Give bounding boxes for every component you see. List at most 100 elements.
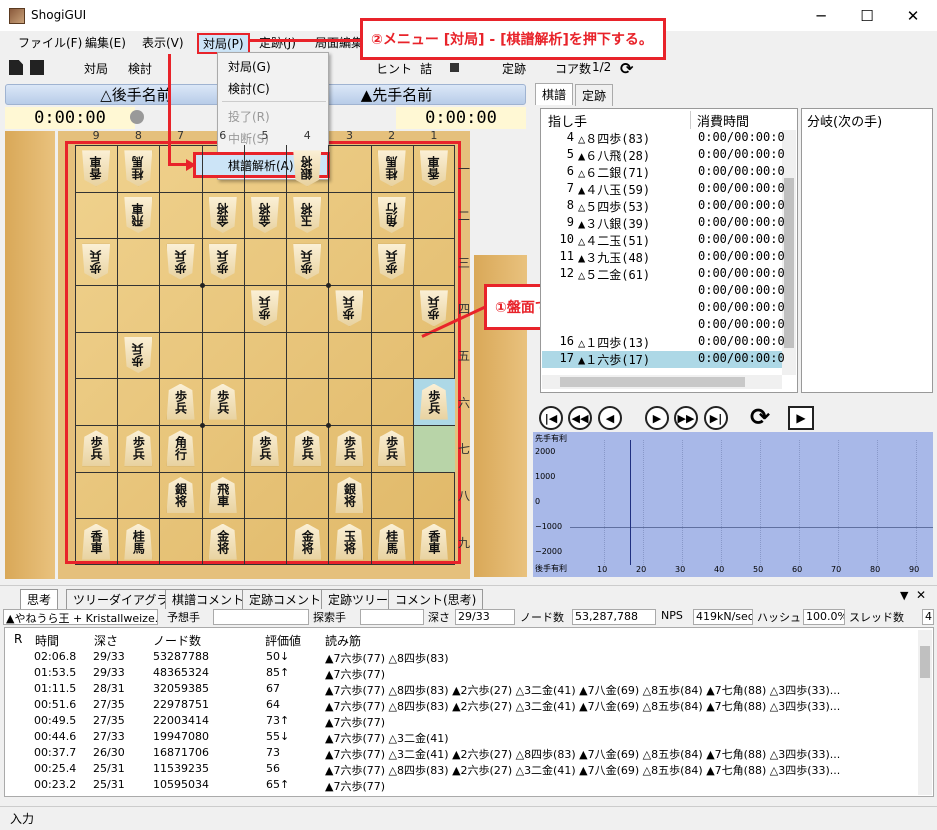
shogi-piece[interactable]: 香車 — [79, 523, 113, 561]
shogi-piece[interactable]: 桂馬 — [121, 523, 155, 561]
kifu-row[interactable]: 0:00/00:00:0 — [542, 283, 785, 300]
shogi-piece[interactable]: 歩兵 — [206, 243, 240, 281]
menu-game[interactable]: 対局(P) — [197, 33, 250, 54]
shogi-piece[interactable]: 銀将 — [164, 476, 198, 514]
thinking-row[interactable]: 01:53.5 29/33 48365324 85↑ ▲7六歩(77) — [4, 666, 904, 682]
tab-joseki[interactable]: 定跡 — [575, 84, 614, 106]
back-ten-button[interactable]: ◀◀ — [568, 406, 592, 430]
menu-view[interactable]: 表示(V) — [138, 34, 188, 51]
kifu-row[interactable]: 10 △４二玉(51) 0:00/00:00:0 — [542, 232, 785, 249]
menu-edit[interactable]: 編集(E) — [81, 34, 130, 51]
thinking-scrollbar-thumb[interactable] — [920, 646, 930, 678]
kifu-row[interactable]: 0:00/00:00:0 — [542, 317, 785, 334]
shogi-piece[interactable]: 桂馬 — [375, 523, 409, 561]
back-one-button[interactable]: ◀ — [598, 406, 622, 430]
menu-joseki[interactable]: 定跡(J) — [255, 34, 300, 51]
forward-ten-button[interactable]: ▶▶ — [674, 406, 698, 430]
shogi-piece[interactable]: 歩兵 — [248, 289, 282, 327]
shogi-piece[interactable]: 金将 — [206, 523, 240, 561]
shogi-piece[interactable]: 歩兵 — [417, 289, 451, 327]
shogi-piece[interactable]: 歩兵 — [164, 243, 198, 281]
toolbar-mate-button[interactable]: 詰 — [420, 60, 432, 77]
thinking-row[interactable]: 00:49.5 27/35 22003414 73↑ ▲7六歩(77) — [4, 714, 904, 730]
shogi-piece[interactable]: 玉将 — [332, 523, 366, 561]
shogi-piece[interactable]: 角行 — [164, 429, 198, 467]
forward-one-button[interactable]: ▶ — [645, 406, 669, 430]
thinking-row[interactable]: 00:37.7 26/30 16871706 73 ▲7六歩(77) △3二金(41) … — [4, 746, 904, 762]
shogi-piece[interactable]: 飛車 — [121, 196, 155, 234]
shogi-piece[interactable]: 歩兵 — [248, 429, 282, 467]
tab-joseki-comment[interactable]: 定跡コメント — [242, 589, 329, 609]
kifu-row[interactable]: 16 △１四歩(13) 0:00/00:00:0 — [542, 334, 785, 351]
dropdown-item-study[interactable]: 検討(C) — [228, 80, 270, 97]
shogi-piece[interactable]: 歩兵 — [79, 243, 113, 281]
kifu-row[interactable]: 17 ▲１六歩(17) 0:00/00:00:0 — [542, 351, 785, 368]
minimize-button[interactable]: ─ — [798, 0, 844, 31]
kifu-row[interactable]: 12 △５二金(61) 0:00/00:00:0 — [542, 266, 785, 283]
tab-comment-thinking[interactable]: コメント(思考) — [388, 589, 484, 609]
new-file-icon[interactable] — [9, 60, 23, 75]
shogi-piece[interactable]: 歩兵 — [375, 429, 409, 467]
shogi-piece[interactable]: 銀将 — [332, 476, 366, 514]
shogi-piece[interactable]: 歩兵 — [332, 289, 366, 327]
shogi-piece[interactable]: 香車 — [417, 523, 451, 561]
kifu-row[interactable]: 4 △８四歩(83) 0:00/00:00:0 — [542, 130, 785, 147]
shogi-piece[interactable]: 歩兵 — [290, 243, 324, 281]
kifu-row[interactable]: 7 ▲４八玉(59) 0:00/00:00:0 — [542, 181, 785, 198]
save-icon[interactable] — [30, 60, 44, 75]
thinking-row[interactable]: 00:25.4 25/31 11539235 56 ▲7六歩(77) △8四歩(83) … — [4, 762, 904, 778]
kifu-row[interactable]: 5 ▲６八飛(28) 0:00/00:00:0 — [542, 147, 785, 164]
shogi-piece[interactable]: 歩兵 — [121, 336, 155, 374]
shogi-piece[interactable]: 歩兵 — [290, 429, 324, 467]
menu-file[interactable]: ファイル(F) — [14, 34, 86, 51]
shogi-piece[interactable]: 香車 — [417, 149, 451, 187]
shogi-piece[interactable]: 歩兵 — [164, 383, 198, 421]
kifu-hscrollbar-thumb[interactable] — [560, 377, 745, 387]
thinking-row[interactable]: 00:51.6 27/35 22978751 64 ▲7六歩(77) △8四歩(83) … — [4, 698, 904, 714]
shogi-piece[interactable]: 桂馬 — [121, 149, 155, 187]
kifu-row[interactable]: 11 ▲３九玉(48) 0:00/00:00:0 — [542, 249, 785, 266]
menu-position-edit[interactable]: 局面編集 — [311, 34, 367, 51]
shogi-piece[interactable]: 角行 — [375, 196, 409, 234]
tab-kifu[interactable]: 棋譜 — [535, 83, 574, 105]
tab-joseki-tree[interactable]: 定跡ツリー — [321, 589, 396, 609]
shogi-piece[interactable]: 飛車 — [206, 476, 240, 514]
thinking-row[interactable]: 01:11.5 28/31 32059385 67 ▲7六歩(77) △8四歩(83) … — [4, 682, 904, 698]
toolbar-joseki-button[interactable]: 定跡 — [502, 60, 526, 77]
shogi-piece[interactable]: 銀将 — [290, 149, 324, 187]
shogi-piece[interactable]: 歩兵 — [206, 383, 240, 421]
refresh-icon[interactable]: ⟳ — [620, 59, 633, 78]
shogi-piece[interactable]: 歩兵 — [332, 429, 366, 467]
toolbar-study-button[interactable]: 検討 — [128, 60, 152, 77]
flip-board-icon[interactable]: ⟳ — [750, 403, 770, 431]
shogi-piece[interactable]: 玉将 — [290, 196, 324, 234]
first-move-button[interactable]: |◀ — [539, 406, 563, 430]
shogi-piece[interactable]: 桂馬 — [375, 149, 409, 187]
shogi-piece[interactable]: 金将 — [206, 196, 240, 234]
kifu-row[interactable]: 8 △５四歩(53) 0:00/00:00:0 — [542, 198, 785, 215]
kifu-row[interactable]: 9 ▲３八銀(39) 0:00/00:00:0 — [542, 215, 785, 232]
shogi-piece[interactable]: 金将 — [290, 523, 324, 561]
toolbar-game-button[interactable]: 対局 — [84, 60, 108, 77]
kifu-row[interactable]: 0:00/00:00:0 — [542, 300, 785, 317]
maximize-button[interactable]: ☐ — [844, 0, 890, 31]
toolbar-hint-button[interactable]: ヒント — [376, 60, 412, 77]
thinking-row[interactable]: 00:44.6 27/33 19947080 55↓ ▲7六歩(77) △3二金(41) — [4, 730, 904, 746]
shogi-piece[interactable]: 歩兵 — [375, 243, 409, 281]
shogi-piece[interactable]: 歩兵 — [79, 429, 113, 467]
tab-kifu-comment[interactable]: 棋譜コメント — [165, 589, 252, 609]
play-icon[interactable]: ▶ — [788, 406, 814, 430]
close-button[interactable]: ✕ — [890, 0, 936, 31]
shogi-piece[interactable]: 歩兵 — [121, 429, 155, 467]
thinking-row[interactable]: 00:23.2 25/31 10595034 65↑ ▲7六歩(77) — [4, 778, 904, 794]
kifu-scrollbar-thumb[interactable] — [784, 178, 794, 348]
stop-icon[interactable] — [450, 63, 459, 72]
tab-thinking[interactable]: 思考 — [20, 589, 59, 609]
shogi-piece[interactable]: 金将 — [248, 196, 282, 234]
panel-close-icon[interactable]: ✕ — [916, 588, 926, 602]
dropdown-item-game[interactable]: 対局(G) — [228, 58, 271, 75]
panel-dropdown-icon[interactable]: ▼ — [900, 589, 908, 602]
kifu-row[interactable]: 6 △６二銀(71) 0:00/00:00:0 — [542, 164, 785, 181]
shogi-piece[interactable]: 香車 — [79, 149, 113, 187]
last-move-button[interactable]: ▶| — [704, 406, 728, 430]
